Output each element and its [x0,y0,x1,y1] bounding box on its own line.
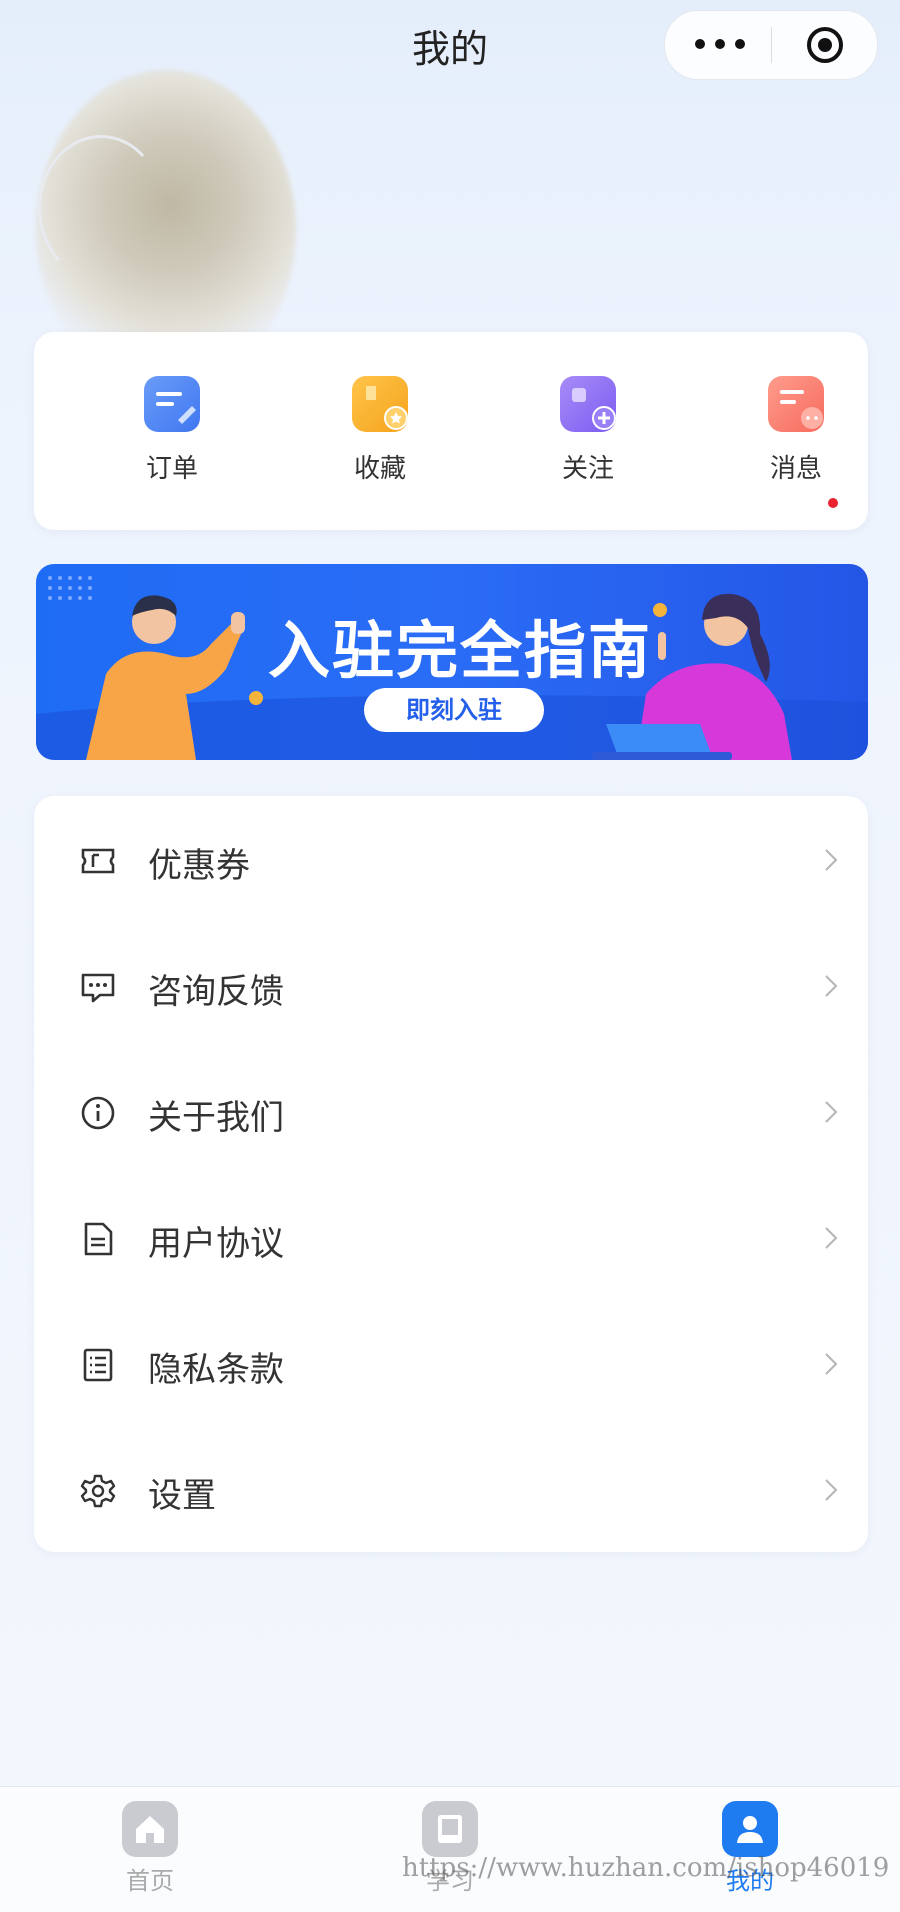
tab-label: 首页 [126,1867,174,1895]
quick-action-label: 订单 [145,454,198,484]
quick-action-label: 关注 [561,454,614,484]
feedback-chat-icon [81,973,115,1003]
unread-badge [828,498,838,508]
coupon-icon [81,848,115,874]
menu-item-label: 用户协议 [148,1224,284,1264]
watermark-text: https://www.huzhan.com/ishop46019 [402,1853,890,1883]
join-now-button[interactable]: 即刻入驻 [364,688,544,732]
order-icon [144,376,200,432]
join-guide-banner[interactable]: 入驻完全指南 即刻入驻 [36,564,868,760]
banner-title: 入驻完全指南 [268,614,653,687]
menu-item-feedback[interactable]: 咨询反馈 [34,922,868,1048]
user-icon [722,1801,778,1857]
tab-home[interactable]: 首页 [90,1801,210,1896]
chevron-right-icon [825,1227,838,1249]
book-icon [422,1801,478,1857]
menu-item-label: 隐私条款 [148,1350,284,1390]
gear-icon [80,1474,116,1508]
menu-list-card: 优惠券 咨询反馈 关于我们 用户协议 隐私条款 设置 [34,796,868,1552]
menu-item-label: 优惠券 [148,846,250,886]
bottom-tab-bar: 首页 学习 我的 [0,1786,900,1912]
document-icon [84,1222,113,1256]
avatar-ring [38,135,164,281]
chevron-right-icon [825,975,838,997]
menu-item-privacy[interactable]: 隐私条款 [34,1300,868,1426]
menu-item-about[interactable]: 关于我们 [34,1048,868,1174]
quick-action-message[interactable]: 消息 [736,376,856,508]
list-document-icon [83,1348,113,1382]
menu-item-label: 关于我们 [148,1098,284,1138]
menu-item-label: 咨询反馈 [148,972,284,1012]
menu-item-coupon[interactable]: 优惠券 [34,796,868,922]
menu-item-settings[interactable]: 设置 [34,1426,868,1552]
capsule-divider [771,27,772,63]
chevron-right-icon [825,1353,838,1375]
menu-item-label: 设置 [148,1476,216,1516]
quick-action-label: 收藏 [353,454,406,484]
quick-action-label: 消息 [769,454,822,484]
favorite-icon [352,376,408,432]
mini-program-capsule [664,10,878,80]
quick-action-follow[interactable]: 关注 [528,376,648,485]
menu-item-user-agreement[interactable]: 用户协议 [34,1174,868,1300]
chevron-right-icon [825,1479,838,1501]
info-icon [81,1096,115,1130]
target-circle-icon[interactable] [805,25,845,65]
more-dots-icon[interactable] [691,35,749,55]
quick-action-order[interactable]: 订单 [112,376,232,485]
quick-action-favorite[interactable]: 收藏 [320,376,440,485]
quick-actions-card: 订单 收藏 关注 消息 [34,332,868,530]
chevron-right-icon [825,849,838,871]
message-icon [768,376,824,432]
home-icon [122,1801,178,1857]
follow-icon [560,376,616,432]
chevron-right-icon [825,1101,838,1123]
